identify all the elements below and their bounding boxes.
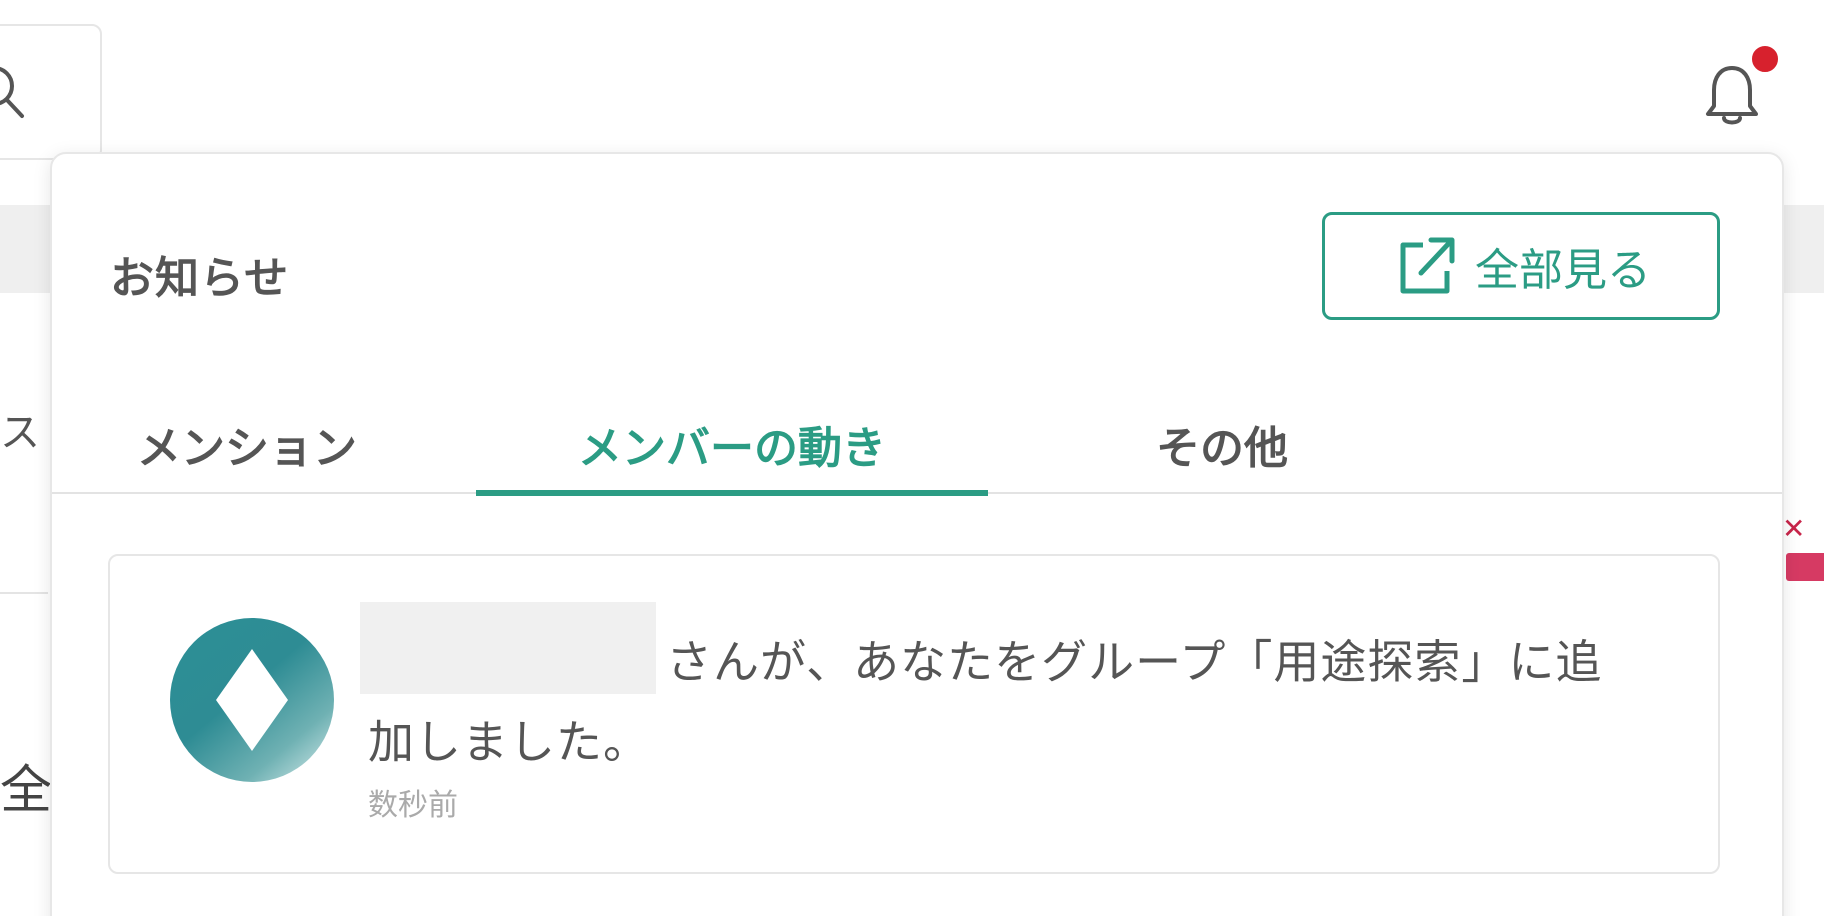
- background-mark-icon: ✕: [1782, 512, 1806, 545]
- background-divider: [0, 592, 48, 594]
- tab-label: その他: [1156, 423, 1288, 474]
- external-link-icon: [1400, 237, 1455, 294]
- diamond-icon: [216, 649, 288, 751]
- tab-mentions[interactable]: メンション: [112, 396, 382, 492]
- background-badge: [1786, 553, 1824, 581]
- active-tab-indicator: [476, 490, 988, 496]
- notifications-panel: お知らせ 全部見る メンション メンバーの動き その他 さんが、あなたをグループ…: [50, 152, 1784, 916]
- tab-label: メンション: [137, 423, 357, 474]
- panel-title: お知らせ: [110, 253, 290, 304]
- app-screen: ス 全 ✕ お知らせ 全部見る メンション メンバーの動き その他 さんが、あな…: [0, 0, 1824, 916]
- background-text: 全: [0, 761, 53, 821]
- view-all-label: 全部見る: [1475, 245, 1651, 296]
- background-text: ス: [0, 410, 42, 456]
- view-all-button[interactable]: 全部見る: [1322, 212, 1720, 320]
- unread-indicator: [1750, 44, 1780, 74]
- tab-label: メンバーの動き: [578, 423, 886, 474]
- notification-message-continued: 加しました。: [368, 715, 650, 769]
- search-icon: [0, 66, 24, 118]
- notification-message: さんが、あなたをグループ「用途探索」に追: [666, 635, 1603, 689]
- notification-timestamp: 数秒前: [368, 788, 458, 823]
- notification-item[interactable]: さんが、あなたをグループ「用途探索」に追 加しました。 数秒前: [108, 554, 1720, 874]
- tab-other[interactable]: その他: [1102, 396, 1342, 492]
- notification-tabs: メンション メンバーの動き その他: [52, 396, 1782, 496]
- tab-member-activity[interactable]: メンバーの動き: [476, 396, 988, 496]
- redacted-user-name: [360, 602, 656, 694]
- avatar: [170, 618, 334, 782]
